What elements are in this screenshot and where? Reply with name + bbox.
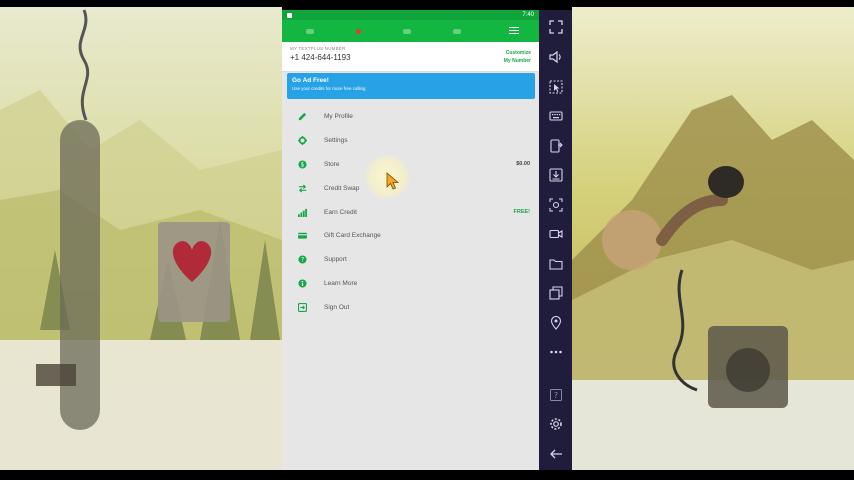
menu-item-label: Settings (324, 137, 348, 145)
ad-subtitle: Use your credits for more free calling (292, 86, 366, 91)
frame-bar-top (0, 0, 854, 7)
store-balance: $0.00 (516, 161, 530, 168)
settings-icon[interactable] (548, 416, 563, 431)
card-icon (298, 231, 307, 240)
notification-icon (287, 12, 292, 18)
go-ad-free-banner[interactable]: Go Ad Free! Use your credits for more fr… (287, 73, 535, 99)
menu-item-label: Gift Card Exchange (324, 232, 381, 240)
frame-bar-bottom (0, 470, 854, 480)
menu-item-label: My Profile (324, 113, 353, 121)
tab-messages[interactable] (306, 28, 314, 34)
menu-item-store[interactable]: $ Store $0.00 (282, 153, 539, 177)
menu-item-label: Earn Credit (324, 208, 357, 216)
record-icon[interactable] (548, 226, 563, 241)
wallpaper-left (0, 0, 282, 480)
more-icon[interactable] (548, 344, 563, 359)
status-time: 7:40 (522, 12, 534, 18)
apk-install-icon[interactable] (548, 138, 563, 153)
phone-screen: 7:40 MY TEXTPLUS NUMBER +1 424-644-1193 … (282, 10, 539, 470)
info-icon (298, 279, 307, 288)
import-icon[interactable] (548, 167, 563, 182)
menu-item-sign-out[interactable]: Sign Out (282, 295, 539, 319)
menu-item-my-profile[interactable]: My Profile (282, 105, 539, 129)
customize-line-1: Customize (505, 50, 531, 56)
swap-icon (298, 184, 307, 193)
emulator-sidebar: ? (539, 10, 572, 470)
menu-item-label: Support (324, 256, 347, 264)
menu-item-credit-swap[interactable]: Credit Swap (282, 176, 539, 200)
menu-item-label: Learn More (324, 279, 358, 287)
wallpaper-right-art (572, 95, 854, 480)
customize-line-2: My Number (503, 58, 531, 64)
tab-notifications-badge[interactable] (356, 28, 361, 34)
signout-icon (298, 302, 307, 312)
app-tab-bar (282, 20, 539, 42)
tab-contacts[interactable] (453, 28, 461, 34)
volume-icon[interactable] (548, 49, 563, 64)
wallpaper-left-art (0, 9, 282, 480)
phone-number: +1 424-644-1193 (290, 53, 351, 62)
menu-item-gift-card-exchange[interactable]: Gift Card Exchange (282, 224, 539, 248)
folder-icon[interactable] (548, 256, 563, 271)
help-icon: ? (298, 255, 307, 264)
menu-item-label: Credit Swap (324, 184, 360, 192)
ad-title: Go Ad Free! (292, 77, 329, 84)
menu-item-label: Sign Out (324, 303, 350, 311)
menu-item-settings[interactable]: Settings (282, 129, 539, 153)
customize-number-link[interactable]: Customize My Number (504, 49, 531, 65)
gear-icon (298, 136, 307, 146)
menu-item-earn-credit[interactable]: Earn Credit FREE! (282, 200, 539, 224)
location-icon[interactable] (548, 315, 563, 330)
hamburger-menu-icon[interactable] (509, 25, 519, 35)
multi-window-icon[interactable] (548, 285, 563, 300)
keyboard-icon[interactable] (548, 108, 563, 123)
menu-item-label: Store (324, 160, 340, 168)
svg-text:$: $ (301, 163, 305, 169)
menu-item-learn-more[interactable]: Learn More (282, 272, 539, 296)
earn-credit-badge: FREE! (513, 209, 531, 216)
signal-icon (298, 208, 307, 217)
svg-text:?: ? (301, 258, 304, 264)
dollar-icon: $ (298, 160, 307, 169)
screenshot-icon[interactable] (548, 197, 563, 212)
number-card: MY TEXTPLUS NUMBER +1 424-644-1193 Custo… (282, 42, 539, 72)
svg-text:?: ? (553, 391, 557, 400)
pointer-icon[interactable] (548, 79, 563, 94)
drawer-menu: My Profile Settings $ Store $0.00 Credit… (282, 105, 539, 320)
tab-calls[interactable] (403, 28, 411, 34)
help-icon[interactable]: ? (548, 387, 563, 402)
number-label: MY TEXTPLUS NUMBER (290, 46, 346, 51)
mouse-cursor-icon (386, 172, 400, 190)
menu-item-support[interactable]: ? Support (282, 248, 539, 272)
wallpaper-right (572, 0, 854, 480)
status-bar: 7:40 (282, 10, 539, 20)
fullscreen-icon[interactable] (548, 19, 563, 34)
back-icon[interactable] (548, 446, 563, 461)
pencil-icon (298, 112, 307, 121)
